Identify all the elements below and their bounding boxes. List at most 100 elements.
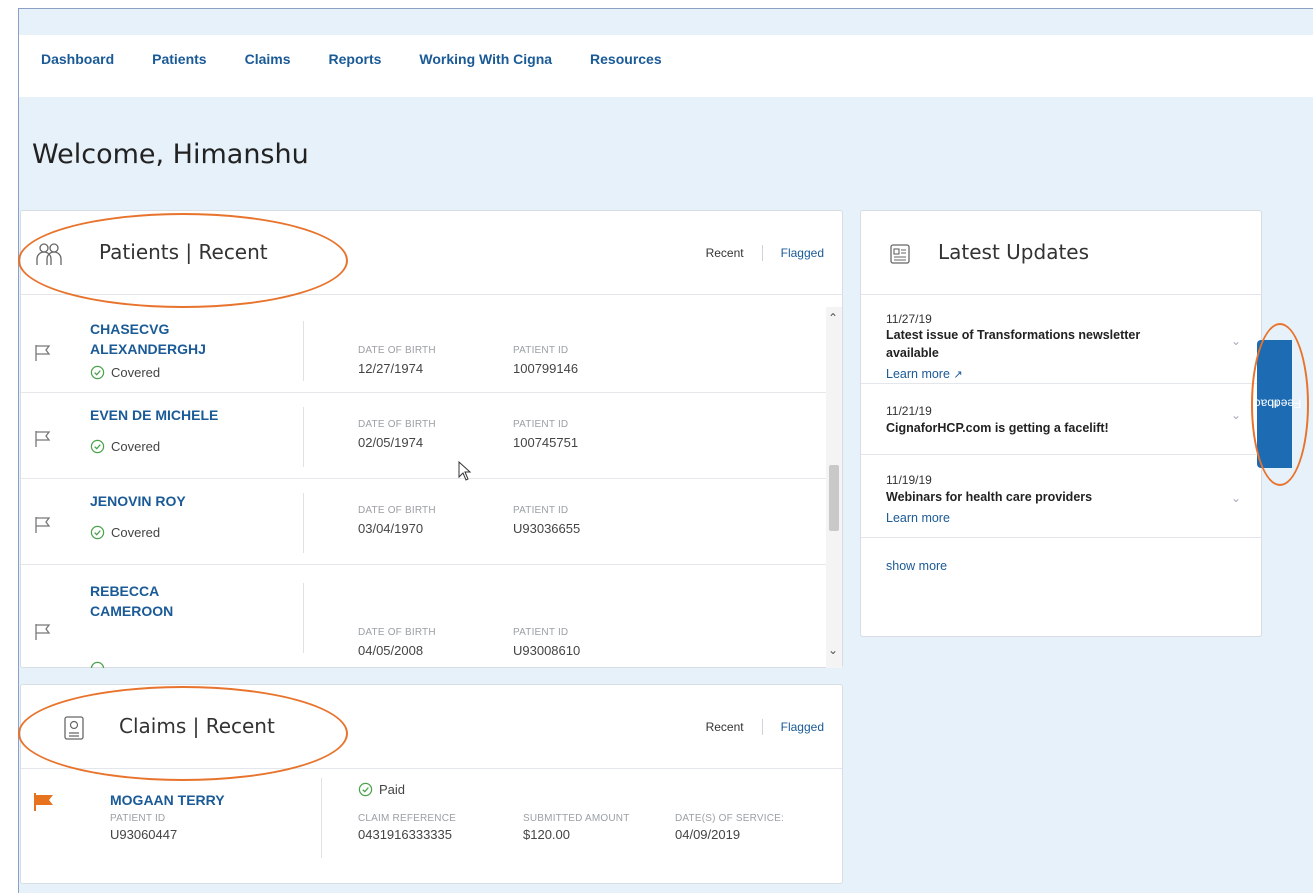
show-more-link[interactable]: show more bbox=[886, 559, 947, 573]
update-date: 11/19/19 bbox=[886, 473, 932, 487]
update-title: Webinars for health care providers bbox=[886, 490, 1093, 504]
nav-reports[interactable]: Reports bbox=[329, 51, 382, 67]
claim-reference-value: 0431916333335 bbox=[358, 827, 452, 842]
updates-card-header: Latest Updates bbox=[861, 211, 1261, 295]
scrollbar-thumb[interactable] bbox=[829, 465, 839, 531]
patients-icon bbox=[36, 243, 62, 265]
check-circle-icon bbox=[358, 782, 373, 797]
nav-patients[interactable]: Patients bbox=[152, 51, 206, 67]
patient-row[interactable]: EVEN DE MICHELE Covered DATE OF BIRTH 02… bbox=[21, 393, 826, 479]
claims-card-title: Claims | Recent bbox=[119, 714, 275, 738]
patient-id-label: PATIENT ID bbox=[513, 505, 569, 516]
patient-id-label: PATIENT ID bbox=[513, 345, 569, 356]
feedback-tab[interactable]: ≡ Feedback bbox=[1248, 340, 1301, 468]
submitted-amount-label: SUBMITTED AMOUNT bbox=[523, 813, 630, 824]
scroll-up-icon[interactable]: ⌃ bbox=[828, 311, 838, 325]
claim-patient-name[interactable]: MOGAAN TERRY bbox=[110, 790, 225, 810]
coverage-status: Covered bbox=[90, 525, 160, 540]
claim-row[interactable]: MOGAAN TERRY PATIENT ID U93060447 Paid C… bbox=[21, 770, 842, 880]
patients-list[interactable]: CHASECVG ALEXANDERGHJ Covered DATE OF BIR… bbox=[21, 307, 842, 668]
patient-name[interactable]: CHASECVG ALEXANDERGHJ bbox=[90, 319, 206, 359]
chevron-down-icon[interactable]: ⌄ bbox=[1231, 334, 1241, 348]
dob-value: 03/04/1970 bbox=[358, 521, 424, 536]
claim-status: Paid bbox=[358, 782, 405, 797]
patients-scrollbar[interactable]: ⌃ ⌄ bbox=[826, 307, 842, 668]
column-divider bbox=[303, 493, 304, 553]
date-of-service-value: 04/09/2019 bbox=[675, 827, 741, 842]
flag-filled-icon[interactable] bbox=[33, 792, 55, 812]
claim-patient-id-label: PATIENT ID bbox=[110, 813, 166, 824]
tab-divider bbox=[761, 719, 763, 735]
patient-row[interactable]: REBECCA CAMEROON DATE OF BIRTH 04/05/2008… bbox=[21, 565, 826, 668]
flag-outline-icon[interactable] bbox=[34, 623, 52, 641]
dob-value: 02/05/1974 bbox=[358, 435, 424, 450]
newspaper-icon bbox=[890, 244, 910, 264]
patient-row[interactable]: CHASECVG ALEXANDERGHJ Covered DATE OF BIR… bbox=[21, 307, 826, 393]
dob-label: DATE OF BIRTH bbox=[358, 419, 436, 430]
dob-label: DATE OF BIRTH bbox=[358, 505, 436, 516]
patient-id-value: 100745751 bbox=[513, 435, 579, 450]
column-divider bbox=[303, 321, 304, 381]
update-title: Latest issue of Transformations newslett… bbox=[886, 328, 1141, 360]
dob-label: DATE OF BIRTH bbox=[358, 627, 436, 638]
check-circle-icon bbox=[90, 439, 105, 454]
check-circle-icon bbox=[90, 365, 105, 380]
learn-more-link[interactable]: Learn more ↗ bbox=[886, 367, 963, 381]
patient-id-value: U93036655 bbox=[513, 521, 581, 536]
patient-row[interactable]: JENOVIN ROY Covered DATE OF BIRTH 03/04/… bbox=[21, 479, 826, 565]
patients-card-title: Patients | Recent bbox=[99, 240, 268, 264]
patients-tab-recent[interactable]: Recent bbox=[706, 246, 744, 260]
nav-claims[interactable]: Claims bbox=[245, 51, 291, 67]
nav-resources[interactable]: Resources bbox=[590, 51, 662, 67]
flag-outline-icon[interactable] bbox=[34, 344, 52, 362]
coverage-status: Covered bbox=[90, 439, 160, 454]
column-divider bbox=[303, 407, 304, 467]
claims-card-header: Claims | Recent Recent Flagged bbox=[21, 685, 842, 769]
nav-working-with-cigna[interactable]: Working With Cigna bbox=[419, 51, 552, 67]
flag-outline-icon[interactable] bbox=[34, 430, 52, 448]
scroll-down-icon[interactable]: ⌄ bbox=[828, 643, 838, 657]
update-item[interactable]: 11/19/19 Webinars for health care provid… bbox=[861, 455, 1261, 538]
chevron-down-icon[interactable]: ⌄ bbox=[1231, 408, 1241, 422]
check-circle-icon bbox=[90, 525, 105, 540]
page-title: Welcome, Himanshu bbox=[32, 139, 309, 170]
claim-reference-label: CLAIM REFERENCE bbox=[358, 813, 457, 824]
learn-more-link[interactable]: Learn more bbox=[886, 511, 950, 525]
update-item[interactable]: 11/21/19 CignaforHCP.com is getting a fa… bbox=[861, 384, 1261, 455]
patient-id-value: U93008610 bbox=[513, 643, 581, 658]
patient-name[interactable]: JENOVIN ROY bbox=[90, 491, 186, 511]
dob-value: 12/27/1974 bbox=[358, 361, 424, 376]
tab-divider bbox=[761, 245, 763, 261]
dob-label: DATE OF BIRTH bbox=[358, 345, 436, 356]
claims-tab-flagged[interactable]: Flagged bbox=[781, 720, 824, 734]
patients-card-header: Patients | Recent Recent Flagged bbox=[21, 211, 842, 295]
update-item[interactable]: 11/27/19 Latest issue of Transformations… bbox=[861, 296, 1261, 384]
submitted-amount-value: $120.00 bbox=[523, 827, 570, 842]
column-divider bbox=[321, 778, 322, 858]
patients-recent-card: Patients | Recent Recent Flagged CHASECV… bbox=[20, 210, 843, 668]
feedback-label: ≡ Feedback bbox=[1248, 397, 1301, 412]
external-link-icon: ↗ bbox=[953, 369, 963, 381]
dob-value: 04/05/2008 bbox=[358, 643, 424, 658]
update-date: 11/21/19 bbox=[886, 404, 932, 418]
column-divider bbox=[303, 583, 304, 653]
flag-outline-icon[interactable] bbox=[34, 516, 52, 534]
patients-tab-flagged[interactable]: Flagged bbox=[781, 246, 824, 260]
patient-id-value: 100799146 bbox=[513, 361, 579, 376]
claims-document-icon bbox=[64, 716, 84, 740]
claims-tab-recent[interactable]: Recent bbox=[706, 720, 744, 734]
update-title: CignaforHCP.com is getting a facelift! bbox=[886, 421, 1109, 435]
update-date: 11/27/19 bbox=[886, 312, 932, 326]
coverage-status: Covered bbox=[90, 365, 160, 380]
top-navigation: Dashboard Patients Claims Reports Workin… bbox=[19, 35, 1313, 97]
mouse-cursor-icon bbox=[458, 461, 472, 481]
claims-recent-card: Claims | Recent Recent Flagged MOGAAN TE… bbox=[20, 684, 843, 884]
patient-name[interactable]: REBECCA CAMEROON bbox=[90, 581, 173, 621]
patient-name[interactable]: EVEN DE MICHELE bbox=[90, 405, 218, 425]
updates-card-title: Latest Updates bbox=[938, 240, 1090, 264]
patient-id-label: PATIENT ID bbox=[513, 419, 569, 430]
latest-updates-card: Latest Updates 11/27/19 Latest issue of … bbox=[860, 210, 1262, 637]
date-of-service-label: DATE(S) OF SERVICE: bbox=[675, 813, 785, 824]
nav-dashboard[interactable]: Dashboard bbox=[41, 51, 114, 67]
chevron-down-icon[interactable]: ⌄ bbox=[1231, 491, 1241, 505]
